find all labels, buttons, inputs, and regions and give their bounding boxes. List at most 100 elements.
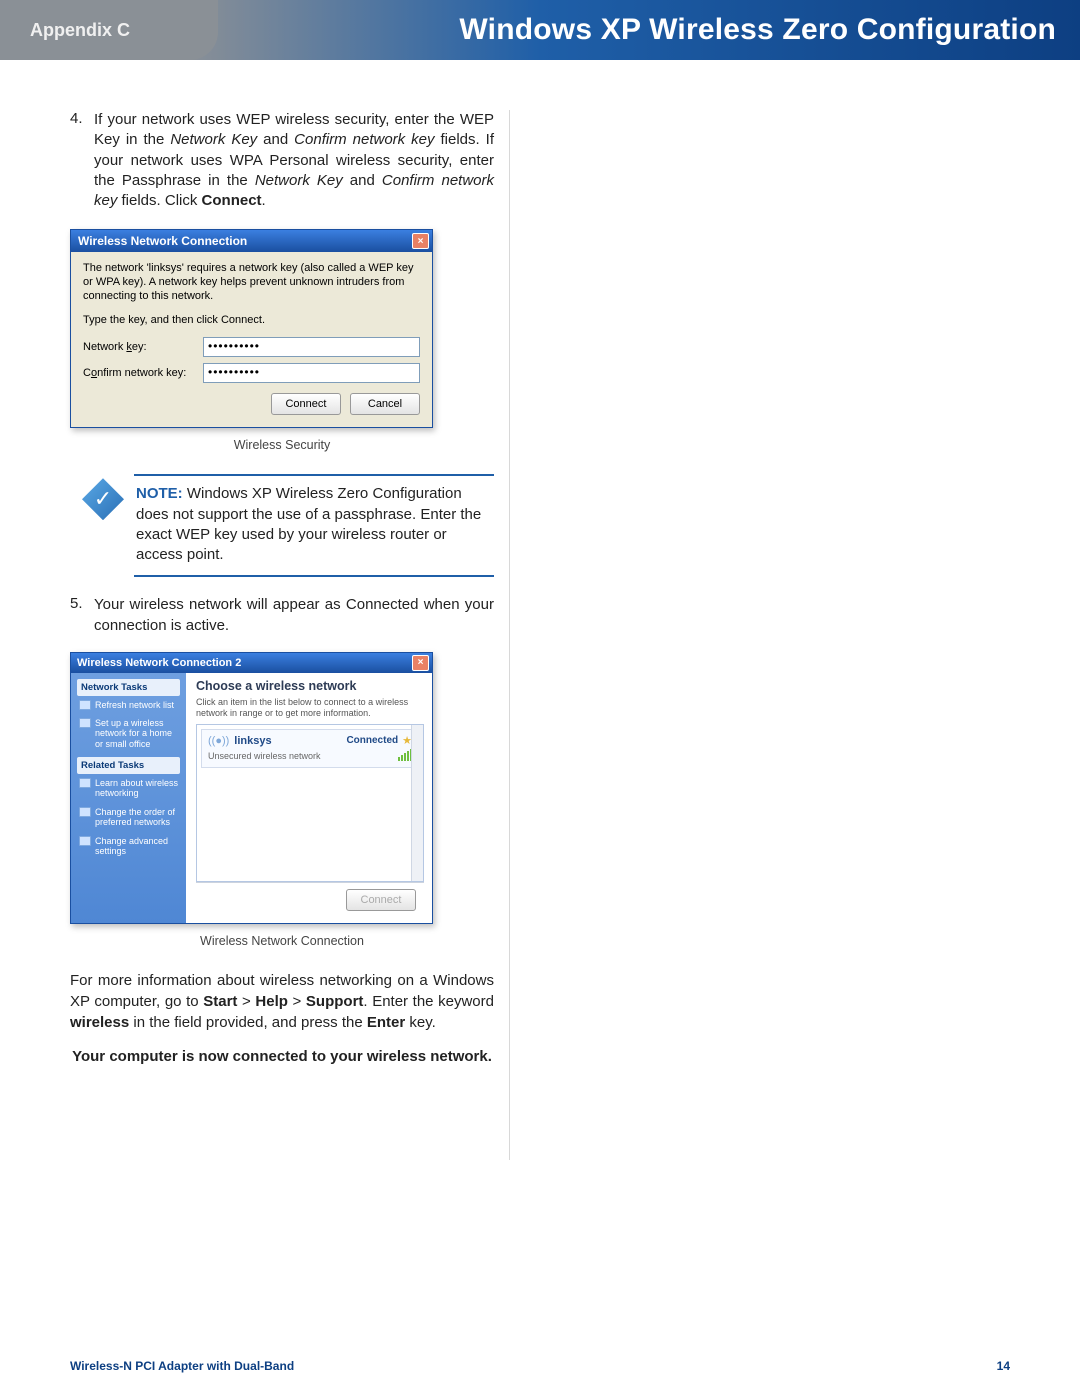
network-key-row: Network key: •••••••••• <box>83 337 420 357</box>
wireless-security-dialog: Wireless Network Connection × The networ… <box>70 229 433 428</box>
dialog2-title: Wireless Network Connection 2 <box>77 657 241 669</box>
t: in the field provided, and press the <box>129 1014 367 1031</box>
t: C <box>83 367 91 379</box>
t: > <box>237 993 255 1010</box>
step-5-number: 5. <box>70 595 94 636</box>
gear-icon <box>79 836 91 846</box>
sidebar-item-refresh[interactable]: Refresh network list <box>79 700 180 710</box>
tasks-sidebar: Network Tasks Refresh network list Set u… <box>71 673 186 923</box>
step-4-text: If your network uses WEP wireless securi… <box>94 110 494 211</box>
page-footer: Wireless-N PCI Adapter with Dual-Band 14 <box>70 1359 1010 1373</box>
t: nfirm network key: <box>97 367 186 379</box>
t: Refresh network list <box>95 700 174 710</box>
dialog2-body: Network Tasks Refresh network list Set u… <box>71 673 432 923</box>
t: > <box>288 993 306 1010</box>
b: Support <box>306 993 364 1010</box>
sidebar-item-setup[interactable]: Set up a wireless network for a home or … <box>79 718 180 749</box>
product-name: Wireless-N PCI Adapter with Dual-Band <box>70 1359 294 1373</box>
dialog-desc: The network 'linksys' requires a network… <box>83 262 420 303</box>
cancel-button[interactable]: Cancel <box>350 393 420 415</box>
network-key-label: Network key: <box>83 341 203 353</box>
t: fields. Click <box>117 192 201 209</box>
b: Enter <box>367 1014 405 1031</box>
sidebar-head-network-tasks: Network Tasks <box>77 679 180 696</box>
t: Change advanced settings <box>95 836 180 857</box>
confirm-key-field[interactable]: •••••••••• <box>203 363 420 383</box>
sidebar-item-order[interactable]: Change the order of preferred networks <box>79 807 180 828</box>
confirm-key-label: Confirm network key: <box>83 367 203 379</box>
dialog-body: The network 'linksys' requires a network… <box>71 252 432 427</box>
step-5-text: Your wireless network will appear as Con… <box>94 595 494 636</box>
star-icon <box>79 807 91 817</box>
refresh-icon <box>79 700 91 710</box>
t: and <box>343 172 382 189</box>
close-icon[interactable]: × <box>412 655 429 671</box>
t: . <box>262 192 266 209</box>
sidebar-item-learn[interactable]: Learn about wireless networking <box>79 778 180 799</box>
step-4-number: 4. <box>70 110 94 211</box>
confirm-key-row: Confirm network key: •••••••••• <box>83 363 420 383</box>
appendix-label: Appendix C <box>0 0 218 60</box>
page: Appendix C Windows XP Wireless Zero Conf… <box>0 0 1080 1397</box>
figure-caption-2: Wireless Network Connection <box>70 934 494 948</box>
choose-network-heading: Choose a wireless network <box>196 679 424 693</box>
antenna-icon: ((●)) <box>208 735 229 747</box>
network-list-inner: ((●)) linksys Connected ★ <box>197 725 423 880</box>
note-text: NOTE: Windows XP Wireless Zero Configura… <box>134 474 494 577</box>
t: Network <box>83 341 126 353</box>
wireless-connection-dialog: Wireless Network Connection 2 × Network … <box>70 652 433 924</box>
em: Network Key <box>170 131 257 148</box>
note-label: NOTE: <box>136 485 183 502</box>
dialog-title: Wireless Network Connection <box>78 234 247 248</box>
network-status: Connected <box>346 735 398 746</box>
network-list: ((●)) linksys Connected ★ <box>196 724 424 881</box>
setup-icon <box>79 718 91 728</box>
signal-icon <box>398 749 412 761</box>
connect-button[interactable]: Connect <box>271 393 341 415</box>
network-item-linksys[interactable]: ((●)) linksys Connected ★ <box>201 729 419 768</box>
left-column: 4. If your network uses WEP wireless sec… <box>70 110 510 1160</box>
network-name: linksys <box>234 735 271 747</box>
main-pane: Choose a wireless network Click an item … <box>186 673 432 923</box>
dialog-instr: Type the key, and then click Connect. <box>83 314 420 328</box>
t: and <box>257 131 294 148</box>
dialog-buttons: Connect Cancel <box>83 393 420 415</box>
choose-network-sub: Click an item in the list below to conne… <box>196 697 424 719</box>
network-key-field[interactable]: •••••••••• <box>203 337 420 357</box>
close-icon[interactable]: × <box>412 233 429 249</box>
b: Help <box>255 993 288 1010</box>
step-4: 4. If your network uses WEP wireless sec… <box>70 110 494 211</box>
em: Network Key <box>255 172 343 189</box>
info-icon <box>79 778 91 788</box>
step-5: 5. Your wireless network will appear as … <box>70 595 494 636</box>
network-row: ((●)) linksys Connected ★ <box>208 734 412 747</box>
b: Start <box>203 993 237 1010</box>
connect-button-disabled: Connect <box>346 889 416 911</box>
scrollbar[interactable] <box>411 725 423 880</box>
b: wireless <box>70 1014 129 1031</box>
network-security: Unsecured wireless network <box>208 751 321 761</box>
page-title: Windows XP Wireless Zero Configuration <box>459 13 1056 47</box>
figure-caption-1: Wireless Security <box>70 438 494 452</box>
t: Learn about wireless networking <box>95 778 180 799</box>
dialog2-titlebar: Wireless Network Connection 2 × <box>71 653 432 673</box>
t: key. <box>405 1014 436 1031</box>
checkmark-icon: ✓ <box>82 478 124 520</box>
em: Confirm network key <box>294 131 434 148</box>
note-body: Windows XP Wireless Zero Configuration d… <box>136 485 481 563</box>
t: Change the order of preferred networks <box>95 807 180 828</box>
dialog-titlebar: Wireless Network Connection × <box>71 230 432 252</box>
more-info-paragraph: For more information about wireless netw… <box>70 970 494 1033</box>
t: ey: <box>132 341 147 353</box>
dialog2-footer: Connect <box>196 882 424 917</box>
sidebar-head-related-tasks: Related Tasks <box>77 757 180 774</box>
t: Set up a wireless network for a home or … <box>95 718 180 749</box>
t: . Enter the keyword <box>363 993 494 1010</box>
page-number: 14 <box>997 1359 1010 1373</box>
page-header: Appendix C Windows XP Wireless Zero Conf… <box>0 0 1080 60</box>
note-box: ✓ NOTE: Windows XP Wireless Zero Configu… <box>82 474 494 577</box>
sidebar-item-advanced[interactable]: Change advanced settings <box>79 836 180 857</box>
conclusion-text: Your computer is now connected to your w… <box>70 1047 494 1067</box>
content: 4. If your network uses WEP wireless sec… <box>0 60 1080 1160</box>
b: Connect <box>202 192 262 209</box>
